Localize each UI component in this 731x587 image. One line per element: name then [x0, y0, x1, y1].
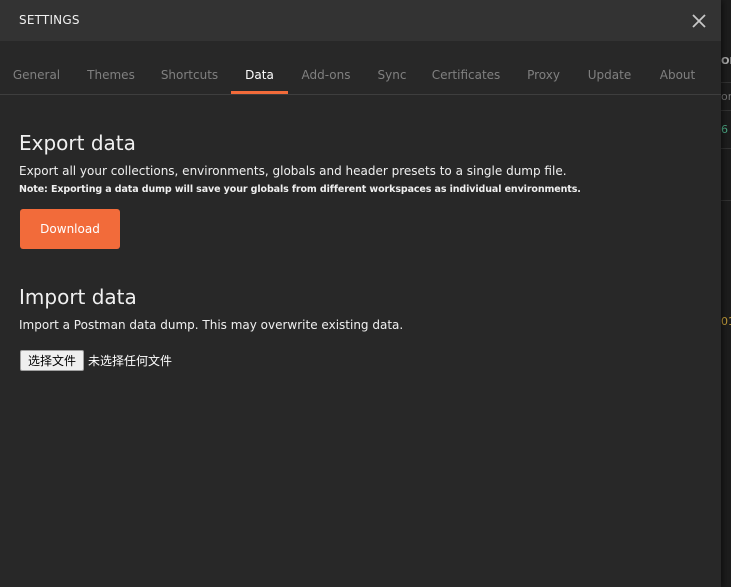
- tab-data[interactable]: Data: [231, 57, 288, 94]
- download-button[interactable]: Download: [20, 209, 120, 249]
- tab-proxy[interactable]: Proxy: [515, 57, 572, 92]
- background-divider: [721, 110, 731, 111]
- background-text-fragment: 01: [721, 315, 731, 328]
- tab-themes[interactable]: Themes: [75, 57, 147, 92]
- tab-update[interactable]: Update: [580, 57, 639, 92]
- import-description: Import a Postman data dump. This may ove…: [19, 318, 404, 332]
- modal-header: SETTINGS: [0, 0, 721, 41]
- export-data-heading: Export data: [19, 131, 136, 155]
- file-status-text: 未选择任何文件: [88, 354, 173, 368]
- export-note: Note: Exporting a data dump will save yo…: [19, 184, 581, 195]
- tab-certificates[interactable]: Certificates: [425, 57, 507, 92]
- settings-modal: SETTINGS General Themes Shortcuts Data A…: [0, 0, 721, 587]
- export-description: Export all your collections, environment…: [19, 164, 567, 178]
- tab-about[interactable]: About: [648, 57, 707, 92]
- tab-sync[interactable]: Sync: [367, 57, 417, 92]
- background-text-fragment: or: [721, 90, 731, 103]
- tab-add-ons[interactable]: Add-ons: [293, 57, 359, 92]
- close-button[interactable]: [688, 10, 710, 32]
- settings-tabs: General Themes Shortcuts Data Add-ons Sy…: [0, 57, 721, 95]
- background-divider: [721, 200, 731, 201]
- background-text-fragment: 6: [721, 123, 728, 136]
- modal-title: SETTINGS: [19, 13, 80, 27]
- import-data-heading: Import data: [19, 285, 137, 309]
- background-divider: [721, 148, 731, 149]
- background-divider: [721, 82, 731, 83]
- tab-general[interactable]: General: [0, 57, 73, 92]
- background-app-sliver: ON or 6 01: [721, 0, 731, 587]
- close-icon: [692, 14, 706, 28]
- choose-file-button[interactable]: 选择文件: [20, 350, 84, 371]
- background-text-fragment: ON: [721, 56, 731, 67]
- tab-shortcuts[interactable]: Shortcuts: [152, 57, 227, 92]
